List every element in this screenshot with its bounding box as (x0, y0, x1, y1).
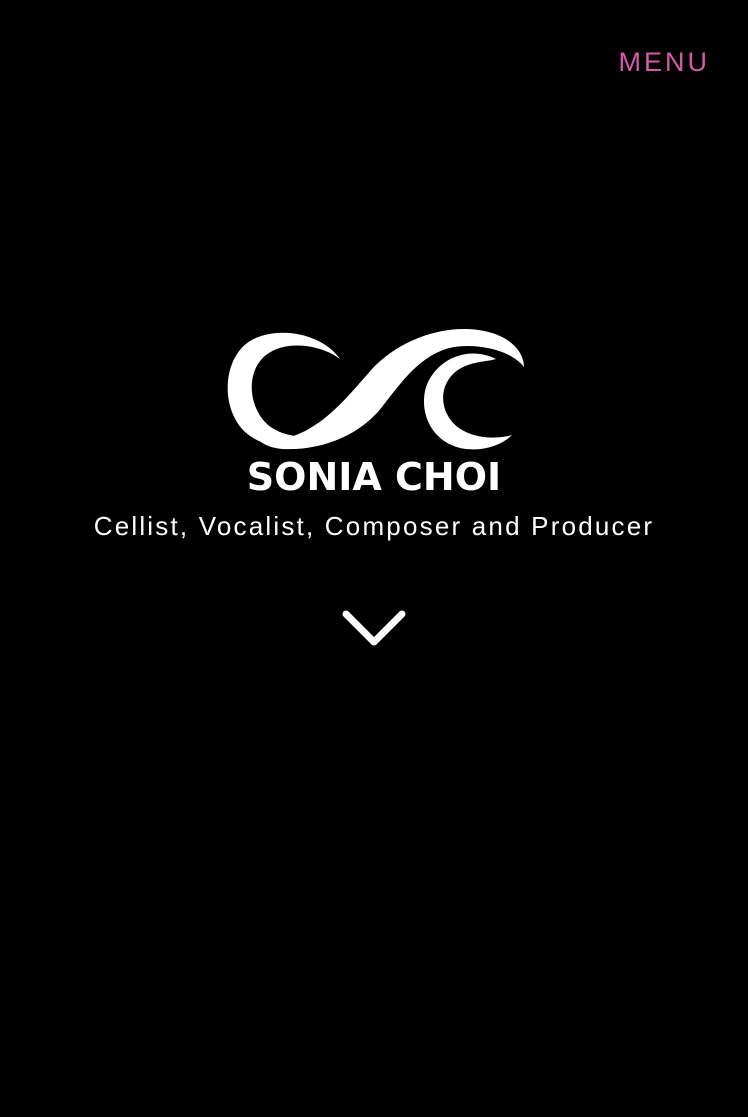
hero-tagline: Cellist, Vocalist, Composer and Producer (93, 511, 655, 541)
logo-wordmark: SONIA CHOI (246, 455, 502, 499)
chevron-down-icon[interactable] (340, 606, 408, 654)
logo-mark-icon (227, 329, 524, 450)
hero-page: MENU SONIA CHOI Cellist, Vocalist, Compo… (0, 0, 748, 1117)
menu-button[interactable]: MENU (619, 49, 711, 76)
